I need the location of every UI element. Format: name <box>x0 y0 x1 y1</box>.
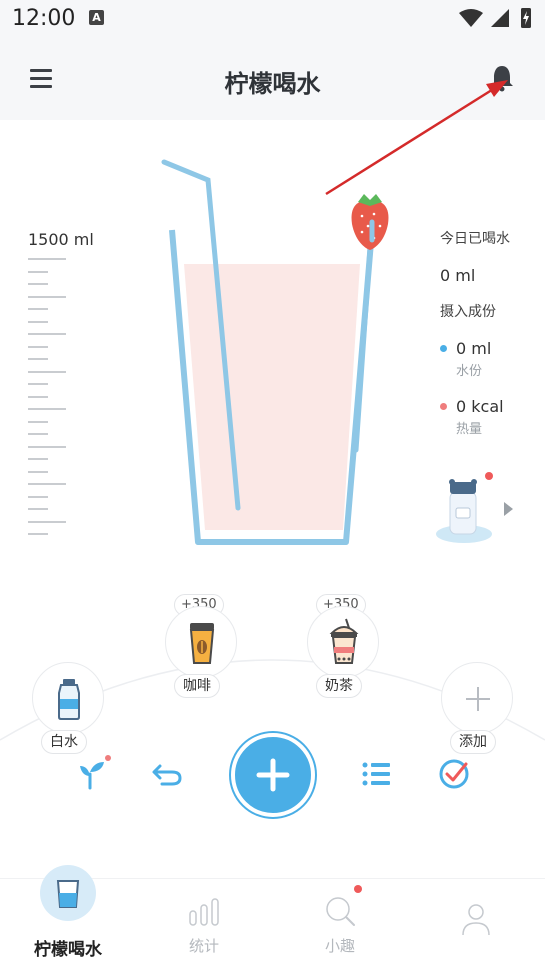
drink-coffee-label[interactable]: 咖啡 <box>174 674 220 698</box>
water-value: 0 ml <box>456 339 492 358</box>
scale-tick <box>28 508 48 510</box>
app-root: 12:00 A 柠檬喝水 1500 ml 今日已喝水 0 ml 摄入成份 0 m… <box>0 0 545 970</box>
scale-tick <box>28 358 48 360</box>
milk-tea-icon <box>329 618 359 664</box>
profile-icon <box>462 904 490 936</box>
add-drink-button[interactable] <box>231 733 315 817</box>
scale-tick <box>28 258 66 260</box>
tab-drink-water[interactable]: 柠檬喝水 <box>0 865 136 970</box>
today-summary: 今日已喝水 0 ml 摄入成份 0 ml 水份 0 kcal 热量 <box>440 228 540 437</box>
tab-statistics-label: 统计 <box>188 937 219 955</box>
tab-fun-label: 小趣 <box>324 937 355 955</box>
scale-tick <box>28 270 48 273</box>
scale-tick <box>28 495 48 498</box>
today-label: 今日已喝水 <box>440 231 510 247</box>
tab-statistics[interactable]: 统计 <box>136 879 272 970</box>
bottle-theme-icon[interactable] <box>436 472 496 546</box>
check-circle-icon[interactable] <box>434 754 474 794</box>
glass-liquid <box>184 264 360 530</box>
scale-tick <box>28 533 48 535</box>
water-bottle-icon <box>58 679 80 720</box>
scale-tick <box>28 470 48 473</box>
scale-tick <box>28 395 48 398</box>
plant-icon[interactable] <box>72 754 112 794</box>
drink-milktea[interactable] <box>307 606 379 678</box>
tab-drink-water-label: 柠檬喝水 <box>34 940 102 960</box>
fun-notification-dot <box>354 885 362 893</box>
bar-chart-icon <box>189 898 219 926</box>
drink-milktea-label[interactable]: 奶茶 <box>316 674 362 698</box>
calorie-name: 热量 <box>456 422 483 437</box>
add-icon <box>466 687 490 711</box>
calorie-intake: 0 kcal 热量 <box>440 397 540 437</box>
scale-tick <box>28 420 48 423</box>
capacity-label: 1500 ml <box>28 230 94 249</box>
scale-tick <box>28 320 48 323</box>
calorie-dot <box>440 403 447 410</box>
scale-tick <box>28 458 48 460</box>
today-value: 0 ml <box>440 266 476 285</box>
scale-tick <box>28 433 48 435</box>
scale-tick <box>28 408 66 410</box>
scale-tick <box>28 308 48 310</box>
water-intake: 0 ml 水份 <box>440 339 540 379</box>
scale-tick <box>28 445 66 448</box>
bottom-nav: 柠檬喝水 统计 小趣 <box>0 865 545 970</box>
search-icon <box>326 897 355 926</box>
glass-area: 1500 ml 今日已喝水 0 ml 摄入成份 0 ml 水份 0 kcal 热… <box>0 120 545 580</box>
water-name: 水份 <box>456 364 483 379</box>
drink-add[interactable] <box>441 662 513 734</box>
scale-tick <box>28 370 66 373</box>
intake-label: 摄入成份 <box>440 304 496 320</box>
add-drink-icon <box>256 758 290 792</box>
coffee-cup-icon <box>189 623 215 664</box>
tab-profile[interactable] <box>408 879 544 970</box>
undo-icon[interactable] <box>148 754 188 794</box>
tab-fun[interactable]: 小趣 <box>272 879 408 970</box>
list-icon[interactable] <box>356 754 396 794</box>
scale-tick <box>28 483 66 485</box>
scale-tick <box>28 345 48 348</box>
scale-tick <box>28 295 66 298</box>
next-theme-arrow-icon[interactable] <box>504 502 513 516</box>
water-glass-icon <box>40 865 96 921</box>
scale-tick <box>28 520 66 523</box>
water-glass-graphic[interactable] <box>150 150 410 550</box>
drink-coffee[interactable] <box>165 606 237 678</box>
drink-add-label[interactable]: 添加 <box>450 730 496 754</box>
calorie-value: 0 kcal <box>456 397 504 416</box>
scale-tick <box>28 283 48 285</box>
drink-water-label[interactable]: 白水 <box>41 730 87 754</box>
water-dot <box>440 345 447 352</box>
scale-tick <box>28 383 48 385</box>
scale-tick <box>28 333 66 335</box>
drink-water[interactable] <box>32 662 104 734</box>
